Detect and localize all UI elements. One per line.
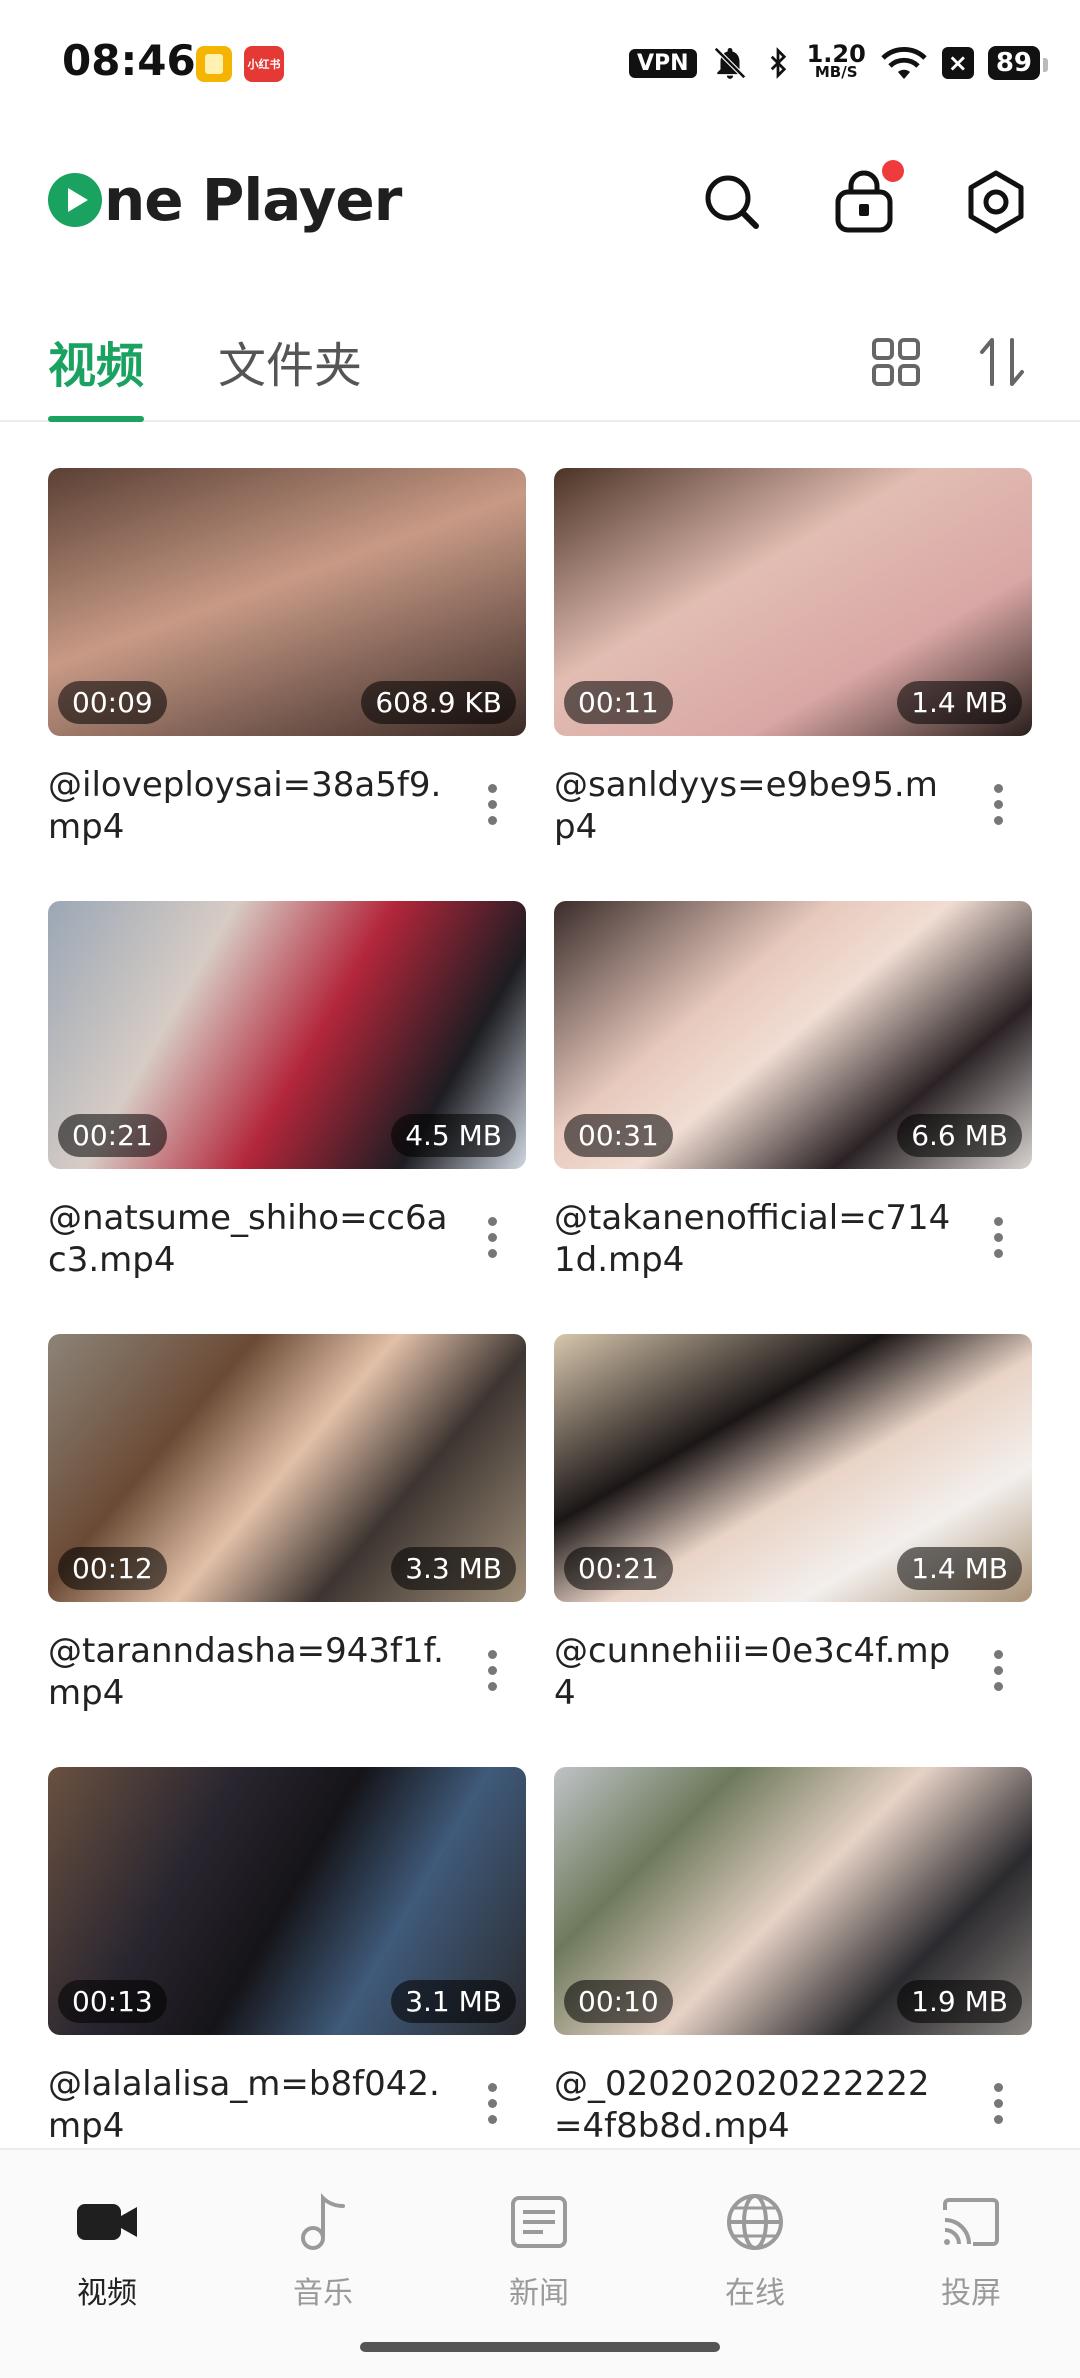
- video-filename: @sanldyys=e9be95.mp4: [554, 765, 938, 847]
- more-options-button[interactable]: [992, 1217, 1004, 1263]
- grid-view-button[interactable]: [866, 332, 926, 392]
- tab-bar: 视频 文件夹: [0, 310, 1080, 422]
- more-options-button[interactable]: [486, 1217, 498, 1263]
- video-thumbnail[interactable]: 00:10 1.9 MB: [554, 1767, 1032, 2035]
- duration-badge: 00:11: [564, 681, 673, 724]
- settings-button[interactable]: [960, 166, 1032, 238]
- search-button[interactable]: [696, 166, 768, 238]
- nav-cast[interactable]: 投屏: [896, 2186, 1046, 2312]
- play-logo-icon: [48, 173, 102, 227]
- sort-icon: [980, 338, 1024, 386]
- status-time: 08:46: [62, 36, 196, 85]
- nav-online[interactable]: 在线: [680, 2186, 830, 2312]
- status-icons: VPN 1.20 MB/S × 89: [629, 40, 1049, 86]
- duration-badge: 00:21: [58, 1114, 167, 1157]
- video-filename: @_020202020222222=4f8b8d.mp4: [554, 2064, 930, 2146]
- globe-icon: [727, 2194, 783, 2250]
- battery-indicator: 89: [987, 46, 1049, 80]
- more-options-button[interactable]: [486, 784, 498, 830]
- video-filename: @taranndasha=943f1f.mp4: [48, 1631, 444, 1713]
- nav-news[interactable]: 新闻: [464, 2186, 614, 2312]
- cast-icon: [943, 2198, 999, 2246]
- nav-label: 音乐: [293, 2276, 353, 2311]
- duration-badge: 00:12: [58, 1547, 167, 1590]
- network-speed-value: 1.20: [806, 40, 866, 68]
- video-thumbnail[interactable]: 00:13 3.1 MB: [48, 1767, 526, 2035]
- status-bar: 08:46 小红书 VPN 1.20 MB/S × 89: [0, 0, 1080, 120]
- vpn-badge: VPN: [629, 48, 697, 78]
- video-filename: @lalalalisa_m=b8f042.mp4: [48, 2064, 440, 2146]
- sort-button[interactable]: [972, 332, 1032, 392]
- logo-text: ne Player: [104, 166, 402, 234]
- xiaohongshu-app-icon: 小红书: [244, 46, 284, 82]
- video-card[interactable]: 00:31 6.6 MB @takanenofficial=c7141d.mp4: [554, 901, 1032, 1301]
- home-indicator: [360, 2342, 720, 2352]
- duration-badge: 00:10: [564, 1980, 673, 2023]
- more-options-button[interactable]: [992, 1650, 1004, 1696]
- video-thumbnail[interactable]: 00:12 3.3 MB: [48, 1334, 526, 1602]
- bell-muted-icon: [713, 47, 746, 79]
- close-app-icon: ×: [941, 47, 974, 79]
- file-size-badge: 4.5 MB: [391, 1114, 516, 1157]
- video-thumbnail[interactable]: 00:31 6.6 MB: [554, 901, 1032, 1169]
- app-logo: ne Player: [48, 166, 402, 234]
- nav-label: 新闻: [509, 2276, 569, 2311]
- video-thumbnail[interactable]: 00:09 608.9 KB: [48, 468, 526, 736]
- video-card[interactable]: 00:13 3.1 MB @lalalalisa_m=b8f042.mp4: [48, 1767, 526, 2167]
- xiaohongshu-logo-text: 小红书: [247, 58, 281, 71]
- nav-label: 视频: [77, 2276, 137, 2311]
- grid-view-icon: [872, 338, 920, 386]
- file-size-badge: 1.4 MB: [897, 1547, 1022, 1590]
- nav-videos[interactable]: 视频: [32, 2186, 182, 2312]
- network-speed-unit: MB/S: [814, 63, 858, 81]
- video-card[interactable]: 00:12 3.3 MB @taranndasha=943f1f.mp4: [48, 1334, 526, 1734]
- video-card[interactable]: 00:21 1.4 MB @cunnehiii=0e3c4f.mp4: [554, 1334, 1032, 1734]
- duration-badge: 00:13: [58, 1980, 167, 2023]
- notification-dot: [882, 160, 904, 182]
- video-filename: @iloveploysai=38a5f9.mp4: [48, 765, 442, 847]
- more-options-button[interactable]: [486, 1650, 498, 1696]
- active-tab-indicator: [48, 416, 144, 422]
- video-card[interactable]: 00:09 608.9 KB @iloveploysai=38a5f9.mp4: [48, 468, 526, 868]
- video-card[interactable]: 00:21 4.5 MB @natsume_shiho=cc6ac3.mp4: [48, 901, 526, 1301]
- private-vault-button[interactable]: [828, 160, 904, 238]
- more-options-button[interactable]: [992, 2083, 1004, 2129]
- nav-music[interactable]: 音乐: [248, 2186, 398, 2312]
- duration-badge: 00:31: [564, 1114, 673, 1157]
- settings-icon: [968, 170, 1024, 234]
- video-card[interactable]: 00:11 1.4 MB @sanldyys=e9be95.mp4: [554, 468, 1032, 868]
- app-header: ne Player: [0, 150, 1080, 260]
- notes-app-icon: [196, 46, 232, 82]
- video-card[interactable]: 00:10 1.9 MB @_020202020222222=4f8b8d.mp…: [554, 1767, 1032, 2167]
- nav-label: 在线: [725, 2276, 785, 2311]
- file-size-badge: 6.6 MB: [897, 1114, 1022, 1157]
- duration-badge: 00:21: [564, 1547, 673, 1590]
- file-size-badge: 1.4 MB: [897, 681, 1022, 724]
- video-filename: @natsume_shiho=cc6ac3.mp4: [48, 1198, 448, 1280]
- more-options-button[interactable]: [486, 2083, 498, 2129]
- tab-folders[interactable]: 文件夹: [218, 326, 362, 396]
- file-size-badge: 3.3 MB: [391, 1547, 516, 1590]
- more-options-button[interactable]: [992, 784, 1004, 830]
- video-filename: @cunnehiii=0e3c4f.mp4: [554, 1631, 951, 1713]
- wifi-icon: [881, 47, 927, 79]
- video-thumbnail[interactable]: 00:21 1.4 MB: [554, 1334, 1032, 1602]
- file-size-badge: 3.1 MB: [391, 1980, 516, 2023]
- video-thumbnail[interactable]: 00:11 1.4 MB: [554, 468, 1032, 736]
- music-note-icon: [301, 2193, 345, 2250]
- video-thumbnail[interactable]: 00:21 4.5 MB: [48, 901, 526, 1169]
- nav-label: 投屏: [941, 2276, 1001, 2311]
- search-icon: [705, 175, 759, 229]
- bluetooth-icon: [770, 47, 786, 79]
- network-speed: 1.20 MB/S: [806, 40, 866, 81]
- duration-badge: 00:09: [58, 681, 167, 724]
- tab-videos[interactable]: 视频: [48, 326, 144, 396]
- video-filename: @takanenofficial=c7141d.mp4: [554, 1198, 951, 1280]
- video-camera-icon: [77, 2204, 137, 2240]
- file-size-badge: 608.9 KB: [361, 681, 516, 724]
- news-icon: [511, 2196, 567, 2248]
- file-size-badge: 1.9 MB: [897, 1980, 1022, 2023]
